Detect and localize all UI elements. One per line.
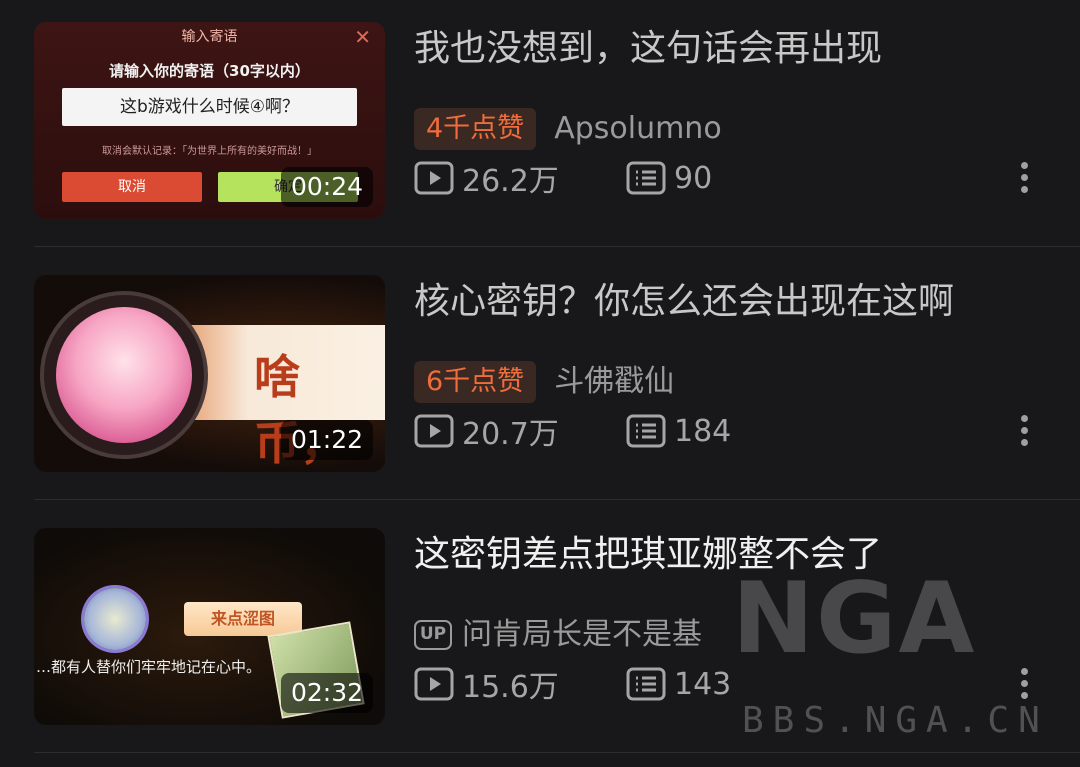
up-badge: UP (414, 620, 452, 650)
comment-count: 184 (626, 414, 731, 449)
divider (34, 499, 1080, 500)
view-count: 20.7万 (414, 409, 626, 453)
more-icon[interactable] (1012, 664, 1038, 704)
view-count: 15.6万 (414, 662, 626, 706)
character-avatar (84, 588, 146, 650)
divider (34, 752, 1080, 753)
author-name[interactable]: 问肯局长是不是基 (462, 614, 702, 656)
watermark-site: BBS.NGA.CN (742, 700, 1049, 741)
comment-count: 90 (626, 161, 712, 196)
comment-count: 143 (626, 667, 731, 702)
author-name[interactable]: 斗佛戳仙 (554, 361, 674, 403)
close-icon: ✕ (354, 25, 371, 49)
divider (34, 246, 1080, 247)
dialog-cancel: 取消 (62, 172, 202, 202)
view-count: 26.2万 (414, 156, 626, 200)
video-item[interactable]: 输入寄语 ✕ 请输入你的寄语（30字以内） 这b游戏什么时候④啊？ 取消会默认记… (0, 0, 1080, 250)
video-item[interactable]: 啥币， 01:22 核心密钥？你怎么还会出现在这啊 6千点赞 斗佛戳仙 20.7… (0, 253, 1080, 503)
play-icon (414, 161, 454, 195)
more-icon[interactable] (1012, 411, 1038, 451)
danmaku-icon (626, 161, 666, 195)
danmaku-icon (626, 414, 666, 448)
likes-badge: 6千点赞 (414, 361, 537, 403)
likes-badge: 4千点赞 (414, 108, 537, 150)
dialog-note: 取消会默认记录：「为世界上所有的美好而战！」 (102, 146, 317, 157)
more-icon[interactable] (1012, 158, 1038, 198)
dialog-title: 输入寄语 (181, 29, 238, 45)
play-icon (414, 667, 454, 701)
duration-badge: 01:22 (280, 420, 373, 460)
video-thumbnail[interactable]: 来点涩图 …都有人替你们牢牢地记在心中。 02:32 (34, 528, 385, 725)
danmaku-icon (626, 667, 666, 701)
thumb-subtitle: …都有人替你们牢牢地记在心中。 (36, 658, 262, 676)
video-thumbnail[interactable]: 啥币， 01:22 (34, 275, 385, 472)
author-name[interactable]: Apsolumno (554, 108, 722, 150)
play-icon (414, 414, 454, 448)
duration-badge: 00:24 (280, 167, 373, 207)
dialog-prompt: 请输入你的寄语（30字以内） (109, 62, 310, 80)
dialog-input: 这b游戏什么时候④啊？ (62, 88, 357, 126)
video-title[interactable]: 我也没想到，这句话会再出现 (414, 26, 1054, 72)
video-title[interactable]: 核心密钥？你怎么还会出现在这啊 (414, 279, 1054, 325)
video-thumbnail[interactable]: 输入寄语 ✕ 请输入你的寄语（30字以内） 这b游戏什么时候④啊？ 取消会默认记… (34, 22, 385, 219)
duration-badge: 02:32 (280, 673, 373, 713)
watermark-logo: NGA (732, 562, 977, 676)
thumb-tag: 来点涩图 (184, 602, 302, 636)
character-avatar (56, 307, 192, 443)
